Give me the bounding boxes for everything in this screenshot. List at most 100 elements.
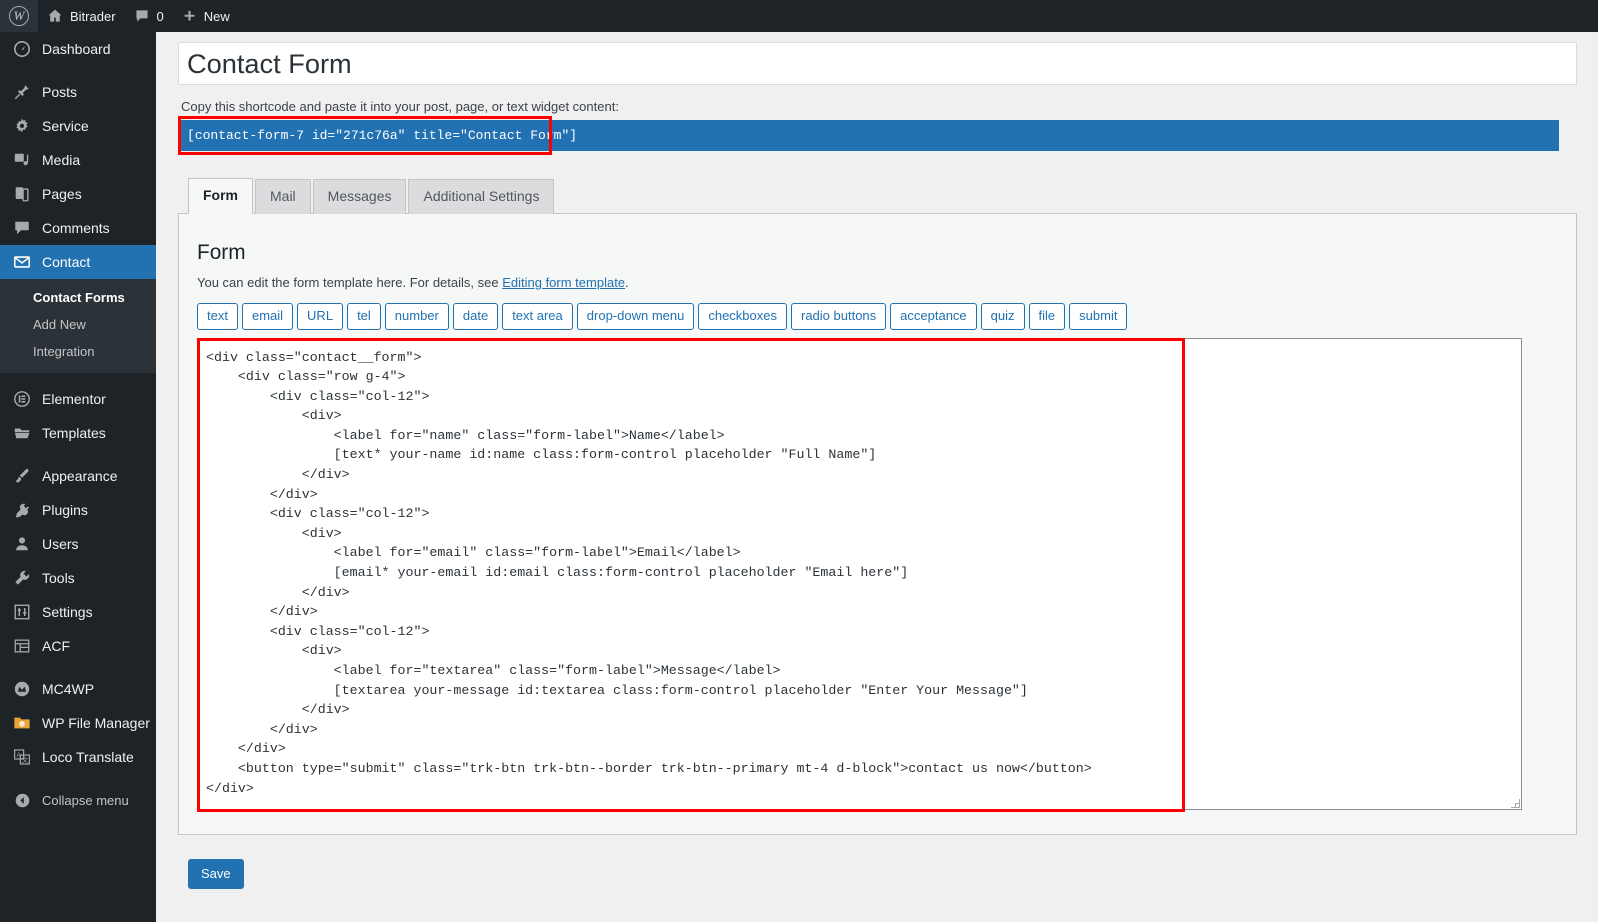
shortcode-input[interactable] — [178, 120, 1559, 151]
folder-icon — [12, 423, 32, 443]
home-icon — [47, 8, 63, 24]
sidebar-item-contact[interactable]: Contact — [0, 245, 156, 279]
sidebar-item-label: Loco Translate — [42, 749, 134, 765]
grid-icon — [12, 636, 32, 656]
sidebar-item-dashboard[interactable]: Dashboard — [0, 32, 156, 66]
tag-button-submit[interactable]: submit — [1069, 303, 1127, 330]
sidebar-item-label: MC4WP — [42, 681, 94, 697]
panel-description: You can edit the form template here. For… — [197, 275, 1558, 290]
tab-mail[interactable]: Mail — [255, 179, 311, 214]
wp-logo-menu[interactable]: W — [0, 0, 38, 32]
sidebar-item-label: Dashboard — [42, 41, 111, 57]
form-template-textarea[interactable] — [197, 338, 1522, 810]
sidebar-item-loco-translate[interactable]: A文 Loco Translate — [0, 740, 156, 774]
comment-icon — [12, 218, 32, 238]
sidebar-item-label: Comments — [42, 220, 110, 236]
sidebar-item-label: Users — [42, 536, 79, 552]
mc4wp-icon — [12, 679, 32, 699]
sidebar-item-plugins[interactable]: Plugins — [0, 493, 156, 527]
menu-separator — [0, 66, 156, 75]
comment-count: 0 — [157, 9, 164, 24]
tag-button-date[interactable]: date — [453, 303, 498, 330]
sidebar-item-label: Elementor — [42, 391, 106, 407]
shortcode-description: Copy this shortcode and paste it into yo… — [181, 99, 1578, 114]
comments-menu[interactable]: 0 — [125, 0, 173, 32]
sidebar-item-appearance[interactable]: Appearance — [0, 459, 156, 493]
sidebar-item-label: Plugins — [42, 502, 88, 518]
sidebar-item-label: Appearance — [42, 468, 118, 484]
submenu-item-integration[interactable]: Integration — [0, 338, 156, 365]
sidebar-item-elementor[interactable]: Elementor — [0, 382, 156, 416]
dashboard-icon — [12, 39, 32, 59]
sidebar-item-wp-file-manager[interactable]: W WP File Manager — [0, 706, 156, 740]
sidebar-item-users[interactable]: Users — [0, 527, 156, 561]
file-manager-icon: W — [12, 713, 32, 733]
sidebar-item-mc4wp[interactable]: MC4WP — [0, 672, 156, 706]
tag-button-number[interactable]: number — [385, 303, 449, 330]
sidebar-item-templates[interactable]: Templates — [0, 416, 156, 450]
admin-sidebar-menu: Dashboard Posts Service Media Pages Comm… — [0, 32, 156, 922]
sidebar-item-acf[interactable]: ACF — [0, 629, 156, 663]
editing-form-template-link[interactable]: Editing form template — [502, 275, 625, 290]
tag-button-tel[interactable]: tel — [347, 303, 381, 330]
tab-additional-settings[interactable]: Additional Settings — [408, 179, 554, 214]
sidebar-item-label: WP File Manager — [42, 715, 150, 731]
tag-button-email[interactable]: email — [242, 303, 293, 330]
tag-button-acceptance[interactable]: acceptance — [890, 303, 977, 330]
sidebar-item-label: Posts — [42, 84, 77, 100]
pages-icon — [12, 184, 32, 204]
sidebar-item-label: Service — [42, 118, 89, 134]
menu-separator — [0, 450, 156, 459]
new-content-menu[interactable]: New — [173, 0, 239, 32]
main-content: Copy this shortcode and paste it into yo… — [156, 32, 1598, 922]
panel-description-text: You can edit the form template here. For… — [197, 275, 502, 290]
sidebar-item-comments[interactable]: Comments — [0, 211, 156, 245]
tag-generator-buttons: text email URL tel number date text area… — [197, 303, 1558, 330]
tag-button-file[interactable]: file — [1029, 303, 1066, 330]
sidebar-item-tools[interactable]: Tools — [0, 561, 156, 595]
form-template-editor-wrap — [197, 338, 1522, 810]
shortcode-row — [178, 120, 1577, 151]
sidebar-item-media[interactable]: Media — [0, 143, 156, 177]
envelope-icon — [12, 252, 32, 272]
tab-messages[interactable]: Messages — [313, 179, 407, 214]
site-name-menu[interactable]: Bitrader — [38, 0, 125, 32]
collapse-menu-button[interactable]: Collapse menu — [0, 783, 156, 817]
panel-description-suffix: . — [625, 275, 629, 290]
save-button[interactable]: Save — [188, 859, 244, 889]
tag-button-text[interactable]: text — [197, 303, 238, 330]
tag-button-drop-down-menu[interactable]: drop-down menu — [577, 303, 695, 330]
tag-button-quiz[interactable]: quiz — [981, 303, 1025, 330]
sidebar-item-posts[interactable]: Posts — [0, 75, 156, 109]
collapse-menu-label: Collapse menu — [42, 793, 129, 808]
sidebar-item-pages[interactable]: Pages — [0, 177, 156, 211]
form-title-input[interactable] — [178, 42, 1577, 85]
tab-form[interactable]: Form — [188, 178, 253, 214]
sidebar-item-service[interactable]: Service — [0, 109, 156, 143]
tag-button-radio-buttons[interactable]: radio buttons — [791, 303, 886, 330]
sidebar-item-label: Media — [42, 152, 80, 168]
brush-icon — [12, 466, 32, 486]
comment-bubble-icon — [134, 8, 150, 24]
media-icon — [12, 150, 32, 170]
tag-button-checkboxes[interactable]: checkboxes — [698, 303, 787, 330]
submenu-item-add-new[interactable]: Add New — [0, 311, 156, 338]
contact-submenu: Contact Forms Add New Integration — [0, 279, 156, 373]
pin-icon — [12, 82, 32, 102]
panel-heading: Form — [197, 238, 1558, 267]
sidebar-item-label: Contact — [42, 254, 90, 270]
menu-separator — [0, 373, 156, 382]
sliders-icon — [12, 602, 32, 622]
sidebar-item-label: Tools — [42, 570, 75, 586]
site-name-label: Bitrader — [70, 9, 116, 24]
tag-button-url[interactable]: URL — [297, 303, 343, 330]
submenu-item-contact-forms[interactable]: Contact Forms — [0, 284, 156, 311]
tag-button-text-area[interactable]: text area — [502, 303, 573, 330]
menu-separator — [0, 663, 156, 672]
save-row: Save — [188, 859, 1578, 889]
svg-text:W: W — [20, 722, 25, 727]
sidebar-item-label: Templates — [42, 425, 106, 441]
sidebar-item-settings[interactable]: Settings — [0, 595, 156, 629]
translate-icon: A文 — [12, 747, 32, 767]
gear-icon — [12, 116, 32, 136]
